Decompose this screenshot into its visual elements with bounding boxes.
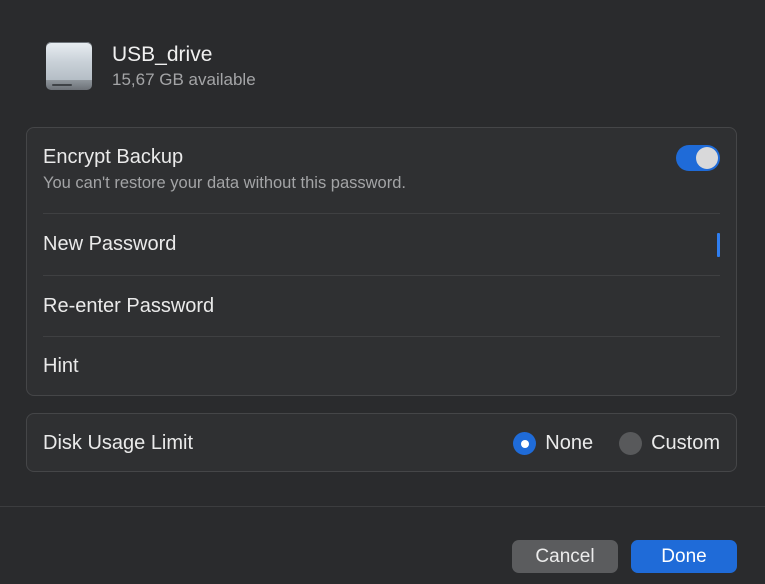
radio-selected-indicator[interactable] xyxy=(513,432,537,455)
new-password-label: New Password xyxy=(43,233,177,255)
encrypt-backup-toggle[interactable] xyxy=(676,145,720,171)
encryption-settings-card: Encrypt Backup You can't restore your da… xyxy=(26,127,737,399)
radio-unselected-indicator[interactable] xyxy=(619,432,643,455)
disk-usage-radio-group: None Custom xyxy=(487,414,720,473)
disk-usage-label: Disk Usage Limit xyxy=(43,432,194,454)
drive-header: USB_drive 15,67 GB available xyxy=(44,40,256,92)
done-button[interactable]: Done xyxy=(631,540,737,573)
drive-info: USB_drive 15,67 GB available xyxy=(112,40,256,91)
external-drive-icon xyxy=(44,40,94,92)
radio-none-label: None xyxy=(545,432,594,454)
toggle-knob xyxy=(696,147,718,169)
hint-field[interactable] xyxy=(223,337,720,399)
disk-usage-card: Disk Usage Limit None Custom xyxy=(26,413,737,472)
backup-encryption-sheet: USB_drive 15,67 GB available Encrypt Bac… xyxy=(0,0,765,584)
reenter-password-row[interactable]: Re-enter Password xyxy=(43,276,720,338)
encrypt-backup-description: You can't restore your data without this… xyxy=(43,174,406,192)
radio-custom-label: Custom xyxy=(651,432,720,454)
hint-label: Hint xyxy=(43,354,79,377)
drive-available-space: 15,67 GB available xyxy=(112,70,256,89)
drive-name: USB_drive xyxy=(112,43,213,66)
radio-none[interactable]: None xyxy=(513,432,593,455)
disk-usage-row: Disk Usage Limit None Custom xyxy=(43,414,720,473)
new-password-row[interactable]: New Password xyxy=(43,214,720,276)
encrypt-backup-label: Encrypt Backup xyxy=(43,146,184,168)
radio-custom[interactable]: Custom xyxy=(619,432,720,455)
cancel-button[interactable]: Cancel xyxy=(512,540,618,573)
text-caret xyxy=(717,233,720,257)
new-password-field[interactable] xyxy=(223,214,720,276)
reenter-password-label: Re-enter Password xyxy=(43,294,215,317)
encrypt-backup-row: Encrypt Backup You can't restore your da… xyxy=(43,128,720,214)
footer-divider xyxy=(0,506,765,507)
hint-row[interactable]: Hint xyxy=(43,337,720,399)
reenter-password-field[interactable] xyxy=(223,276,720,338)
